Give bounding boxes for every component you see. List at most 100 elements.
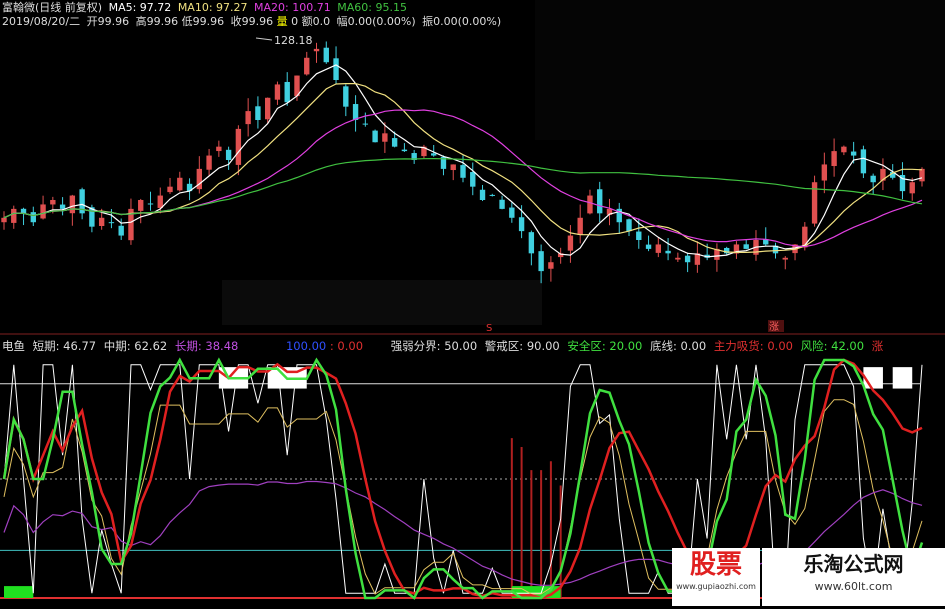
candle-body — [655, 244, 662, 253]
candle-body — [20, 208, 27, 214]
candle-body — [479, 189, 486, 200]
candle-body — [216, 146, 222, 152]
main-force-value: 主力吸货: 0.00 — [713, 339, 793, 353]
candle-body — [401, 149, 408, 152]
candle-body — [909, 182, 915, 194]
candle-body — [636, 231, 642, 240]
low-label: 低99.96 — [181, 15, 225, 28]
candle-body — [235, 128, 242, 165]
candle-body — [460, 165, 466, 178]
candle-body — [284, 81, 290, 103]
watermark-left: 股票 www.gupiaozhi.com — [672, 548, 760, 606]
volume-label: 量 — [276, 15, 288, 28]
candle-body — [782, 257, 788, 260]
price-info-row: 2019/08/20/二 开99.96 高99.96 低99.96 收99.96… — [2, 15, 504, 28]
candle-body — [831, 151, 837, 167]
bottom-value: 底线: 0.00 — [650, 339, 707, 353]
volume-value: 0 — [291, 15, 299, 28]
candle-body — [343, 86, 349, 107]
candle-body — [470, 172, 476, 187]
close-label: 收99.96 — [230, 15, 274, 28]
candle-body — [528, 232, 535, 254]
candle-body — [245, 111, 251, 125]
long-term-value: 长期: 38.48 — [174, 339, 239, 353]
candle-body — [499, 199, 505, 209]
candle-body — [196, 168, 203, 190]
candle-body — [626, 219, 632, 232]
candle-body — [40, 204, 46, 219]
candle-body — [147, 203, 154, 205]
candle-body — [870, 175, 876, 183]
candle-body — [225, 149, 232, 160]
watermark-left-text: 股票 — [689, 550, 742, 580]
stock-name: 富翰微(日线 前复权) — [2, 1, 103, 14]
candle-body — [919, 168, 925, 182]
mid-term-value: 中期: 62.62 — [103, 339, 168, 353]
candle-body — [30, 212, 36, 223]
short-term-value: 短期: 46.77 — [32, 339, 97, 353]
divide-value: 强弱分界: 50.00 — [390, 339, 478, 353]
candle-body — [323, 47, 329, 63]
candle-body — [860, 149, 867, 174]
amount-label: 额0.0 — [301, 15, 331, 28]
hundred-value: 100.00 — [285, 339, 327, 353]
indicator-name: 电鱼 — [2, 339, 25, 353]
candle-body — [108, 222, 115, 224]
max-price-label: 128.18 — [274, 34, 313, 47]
candle-body — [167, 186, 173, 193]
stock-chart-canvas: 128.18 S 涨 — [0, 0, 945, 609]
ma60-value: MA60: 95.15 — [337, 1, 407, 14]
candle-body — [567, 235, 574, 251]
candle-body — [489, 194, 495, 196]
candle-body — [450, 164, 456, 171]
candle-body — [118, 225, 124, 236]
warn-value: 警戒区: 90.00 — [484, 339, 560, 353]
candle-body — [313, 48, 320, 52]
candle-body — [98, 217, 105, 226]
chart-header: 富翰微(日线 前复权) MA5: 97.72 MA10: 97.27 MA20:… — [2, 1, 410, 14]
open-label: 开99.96 — [86, 15, 130, 28]
candle-body — [59, 204, 66, 209]
candle-body — [850, 151, 857, 156]
candle-body — [372, 130, 378, 143]
ma20-value: MA20: 100.71 — [254, 1, 331, 14]
candle-body — [743, 244, 749, 249]
candle-body — [206, 155, 212, 170]
safe-value: 安全区: 20.00 — [567, 339, 643, 353]
candle-body — [138, 200, 144, 211]
candle-body — [304, 57, 310, 75]
watermark-right: 乐淘公式网 www.60lt.com — [762, 548, 945, 606]
candle-body — [391, 138, 398, 147]
candle-body — [274, 84, 281, 100]
sell-marker: S — [486, 323, 492, 334]
candle-body — [675, 257, 681, 260]
watermark-right-url: www.60lt.com — [814, 580, 893, 593]
safe-zone-block — [4, 586, 34, 598]
candle-body — [597, 189, 603, 214]
ma10-value: MA10: 97.27 — [177, 1, 248, 14]
candle-body — [665, 250, 671, 254]
ma5-value: MA5: 97.72 — [108, 1, 172, 14]
candle-body — [382, 133, 388, 142]
candle-body — [11, 208, 17, 223]
candle-body — [821, 164, 828, 181]
amplitude-label: 振0.00(0.00%) — [422, 15, 502, 28]
indicator-header: 电鱼 短期: 46.77 中期: 62.62 长期: 38.48 100.00 … — [2, 339, 887, 353]
change-label: 幅0.00(0.00%) — [336, 15, 416, 28]
zhang-marker: 涨 — [769, 321, 779, 333]
candle-body — [50, 200, 56, 205]
risk-value: 风险: 42.00 — [800, 339, 865, 353]
date-label: 2019/08/20/二 — [2, 15, 81, 28]
candle-body — [333, 58, 339, 80]
candle-body — [841, 146, 847, 153]
candle-body — [577, 217, 583, 235]
candle-body — [538, 251, 544, 272]
redacted-box — [222, 280, 542, 325]
watermark-left-url: www.gupiaozhi.com — [676, 582, 756, 591]
zhang-label: 涨 — [871, 339, 884, 353]
zero-value: : 0.00 — [329, 339, 364, 353]
candle-body — [264, 97, 271, 120]
candle-body — [548, 262, 554, 269]
high-label: 高99.96 — [135, 15, 179, 28]
candle-body — [518, 217, 525, 232]
